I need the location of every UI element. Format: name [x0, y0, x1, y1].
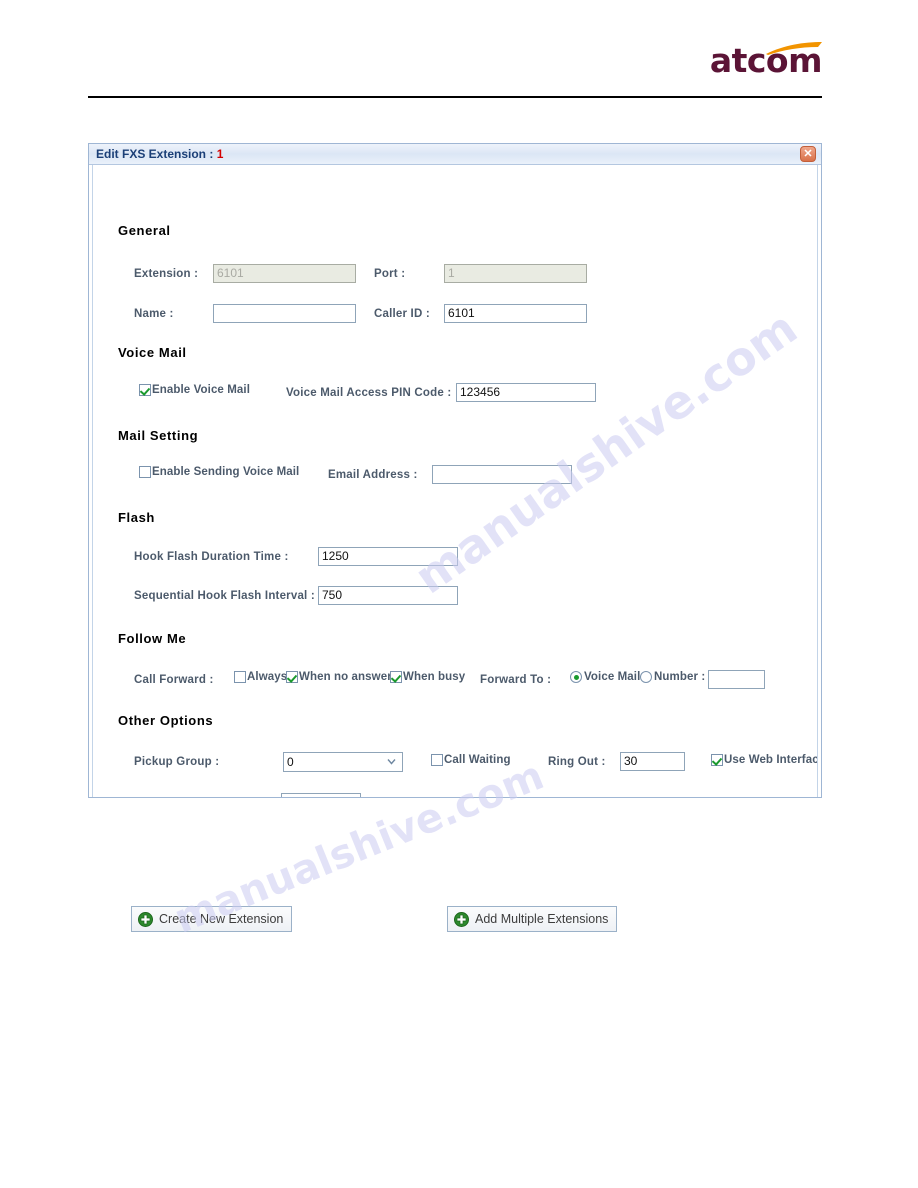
ring-out-label: Ring Out :	[548, 756, 606, 768]
extension-form: General Extension : 6101 Port : 1 Name :…	[93, 165, 818, 798]
call-forward-no-answer-checkbox[interactable]: When no answer	[286, 671, 392, 683]
pickup-group-select[interactable]: 0	[283, 752, 403, 772]
edit-fxs-extension-dialog: Edit FXS Extension : 1 ✕ General Extensi…	[88, 143, 822, 798]
pickup-group-label: Pickup Group :	[134, 756, 220, 768]
voice-mail-pin-input[interactable]: 123456	[456, 383, 596, 402]
port-label: Port :	[374, 268, 406, 280]
voice-mail-pin-label: Voice Mail Access PIN Code :	[286, 387, 452, 399]
call-forward-when-busy-label: When busy	[403, 671, 466, 683]
name-label: Name :	[134, 308, 174, 320]
call-waiting-label: Call Waiting	[444, 754, 511, 766]
call-forward-always-checkbox[interactable]: Always	[234, 671, 287, 683]
extension-label: Extension :	[134, 268, 199, 280]
hook-flash-duration-label: Hook Flash Duration Time :	[134, 551, 289, 563]
header-divider	[88, 96, 822, 98]
section-title-general: General	[118, 223, 171, 238]
dialog-title: Edit FXS Extension : 1	[96, 147, 223, 161]
section-title-flash: Flash	[118, 510, 155, 525]
checkbox-box	[431, 754, 443, 766]
dialog-titlebar: Edit FXS Extension : 1 ✕	[89, 144, 821, 165]
brand-logo: atcom	[709, 41, 823, 80]
sequential-hook-flash-label: Sequential Hook Flash Interval :	[134, 590, 315, 602]
storage-quota-privilege-select[interactable]: Basic	[281, 793, 361, 797]
add-multiple-extensions-label: Add Multiple Extensions	[475, 912, 609, 926]
enable-voice-mail-label: Enable Voice Mail	[152, 384, 250, 396]
section-title-mail-setting: Mail Setting	[118, 428, 199, 443]
create-new-extension-label: Create New Extension	[159, 912, 284, 926]
dialog-body: General Extension : 6101 Port : 1 Name :…	[92, 165, 818, 798]
use-web-interface-label: Use Web Interface	[724, 754, 818, 766]
email-address-label: Email Address :	[328, 469, 418, 481]
page-header: atcom	[0, 0, 918, 100]
checkbox-box	[711, 754, 723, 766]
forward-to-voice-mail-radio[interactable]: Voice Mail	[570, 671, 640, 683]
dialog-title-prefix: Edit FXS Extension :	[96, 147, 214, 161]
checkbox-box	[139, 466, 151, 478]
section-title-voice-mail: Voice Mail	[118, 345, 187, 360]
plus-icon	[454, 911, 469, 927]
forward-to-label: Forward To :	[480, 674, 552, 686]
email-address-input[interactable]	[432, 465, 572, 484]
call-forward-no-answer-label: When no answer	[299, 671, 392, 683]
call-forward-always-label: Always	[247, 671, 288, 683]
forward-to-number-radio[interactable]: Number :	[640, 671, 705, 683]
call-waiting-checkbox[interactable]: Call Waiting	[431, 754, 511, 766]
name-input[interactable]	[213, 304, 356, 323]
ring-out-input[interactable]: 30	[620, 752, 685, 771]
checkbox-box	[390, 671, 402, 683]
section-title-follow-me: Follow Me	[118, 631, 187, 646]
extension-input[interactable]: 6101	[213, 264, 356, 283]
caller-id-input[interactable]: 6101	[444, 304, 587, 323]
checkbox-box	[234, 671, 246, 683]
call-forward-label: Call Forward :	[134, 674, 214, 686]
sequential-hook-flash-input[interactable]: 750	[318, 586, 458, 605]
chevron-down-icon	[387, 757, 396, 766]
storage-quota-privilege-label: Storage Quota Privilege :	[134, 797, 276, 798]
dialog-title-value: 1	[216, 147, 224, 161]
call-forward-when-busy-checkbox[interactable]: When busy	[390, 671, 465, 683]
forward-to-voice-mail-label: Voice Mail	[584, 671, 641, 683]
checkbox-box	[286, 671, 298, 683]
forward-to-number-input[interactable]	[708, 670, 765, 689]
use-web-interface-checkbox[interactable]: Use Web Interface	[711, 754, 818, 766]
plus-icon	[138, 911, 153, 927]
caller-id-label: Caller ID :	[374, 308, 430, 320]
enable-voice-mail-checkbox[interactable]: Enable Voice Mail	[139, 384, 250, 396]
enable-sending-voice-mail-checkbox[interactable]: Enable Sending Voice Mail	[139, 466, 299, 478]
storage-quota-privilege-value: Basic	[285, 796, 312, 797]
radio-dot	[640, 671, 652, 683]
enable-sending-voice-mail-label: Enable Sending Voice Mail	[152, 466, 300, 478]
close-icon[interactable]: ✕	[800, 146, 816, 162]
hook-flash-duration-input[interactable]: 1250	[318, 547, 458, 566]
section-title-other-options: Other Options	[118, 713, 214, 728]
pickup-group-value: 0	[287, 755, 294, 769]
create-new-extension-button[interactable]: Create New Extension	[131, 906, 293, 932]
add-multiple-extensions-button[interactable]: Add Multiple Extensions	[447, 906, 618, 932]
forward-to-number-label: Number :	[654, 671, 706, 683]
checkbox-box	[139, 384, 151, 396]
radio-dot	[570, 671, 582, 683]
port-input[interactable]: 1	[444, 264, 587, 283]
